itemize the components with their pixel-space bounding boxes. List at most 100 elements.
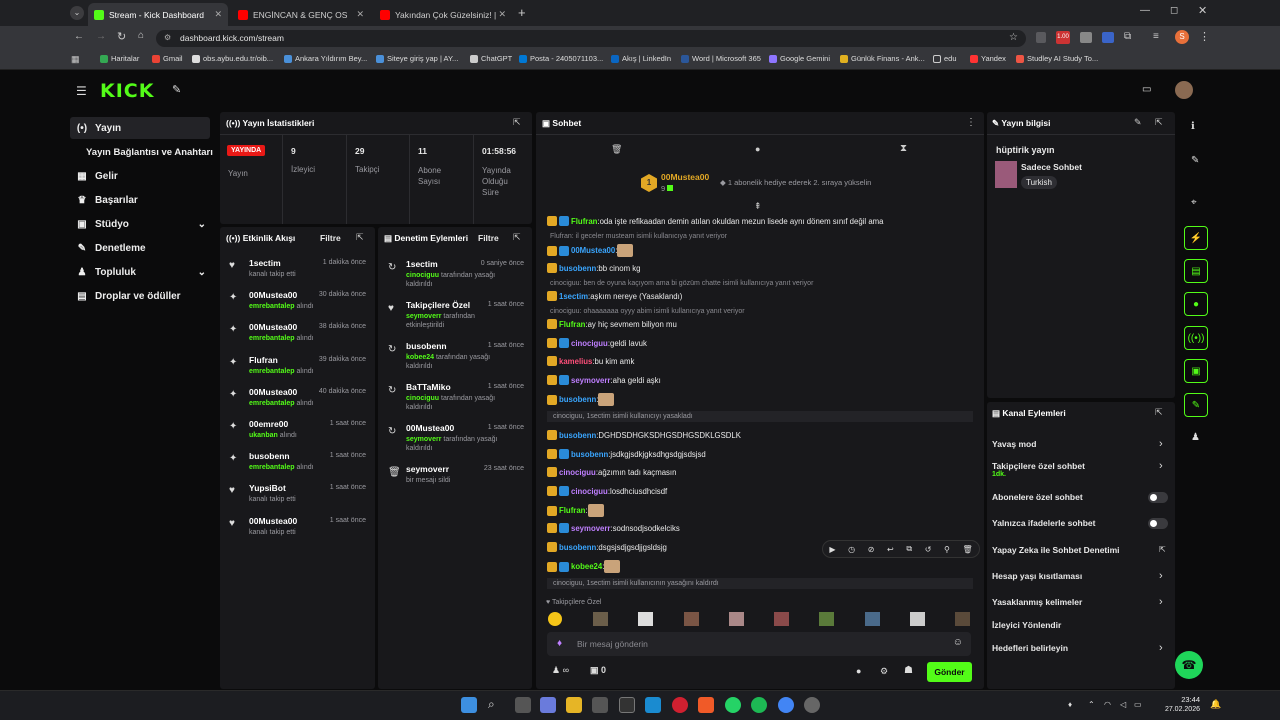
emote-icon[interactable]: [638, 612, 653, 626]
search-icon[interactable]: ⌕: [488, 697, 495, 712]
chrome-icon[interactable]: [778, 697, 794, 713]
browser-menu-icon[interactable]: ⋮: [1199, 30, 1210, 43]
mod-by-user[interactable]: cinociguu: [406, 395, 439, 402]
chat-settings-icon[interactable]: ●: [755, 144, 760, 154]
url-bar[interactable]: ⚙ dashboard.kick.com/stream ☆: [156, 30, 1026, 47]
top-gifter-name[interactable]: 00Mustea00: [661, 172, 709, 182]
chat-menu-icon[interactable]: ⋮: [966, 117, 976, 128]
tab-search-icon[interactable]: ⌄: [70, 6, 84, 20]
edit-pencil-icon[interactable]: ✎: [1134, 117, 1142, 128]
storage-icon[interactable]: ▣: [1184, 359, 1208, 383]
notes-icon[interactable]: ▤: [1184, 259, 1208, 283]
chat-username[interactable]: busobenn: [559, 264, 596, 273]
emote-icon[interactable]: [910, 612, 925, 626]
community-icon[interactable]: ♟: [1191, 432, 1200, 443]
bookmark-folder[interactable]: edu: [933, 54, 957, 63]
lightning-icon[interactable]: ⚡: [1184, 226, 1208, 250]
sidebar-item-studyo[interactable]: ▣ Stüdyo ⌄: [70, 213, 210, 235]
channel-action-label[interactable]: Yapay Zeka ile Sohbet Denetimi: [992, 545, 1120, 555]
ban-icon[interactable]: ⊘: [868, 545, 875, 554]
timeout-icon[interactable]: ◷: [848, 545, 855, 554]
user-avatar[interactable]: [1175, 81, 1193, 99]
apps-grid-icon[interactable]: ▦: [71, 54, 80, 65]
channel-action-label[interactable]: Yalnızca ifadelerle sohbet: [992, 518, 1095, 528]
popout-icon[interactable]: ⇱: [356, 232, 364, 243]
toggle-switch[interactable]: [1148, 492, 1168, 503]
activity-by-user[interactable]: emrebantalep: [249, 464, 295, 471]
channel-action-label[interactable]: Yasaklanmış kelimeler: [992, 597, 1082, 607]
sidebar-item-gelir[interactable]: ▦ Gelir: [70, 165, 210, 187]
wrench-icon[interactable]: ✎: [172, 83, 181, 96]
forward-icon[interactable]: →: [96, 31, 106, 42]
popout-icon[interactable]: ⇱: [513, 117, 521, 128]
gift-counter[interactable]: ▣ 0: [590, 665, 606, 676]
hourglass-icon[interactable]: ⧗: [900, 143, 907, 154]
extension-icon[interactable]: [1080, 32, 1092, 43]
play-icon[interactable]: ▶: [829, 545, 835, 554]
sidebar-item-topluluk[interactable]: ♟ Topluluk ⌄: [70, 261, 210, 283]
activity-username[interactable]: 00Mustea00: [249, 516, 297, 526]
window-close-icon[interactable]: ✕: [1198, 4, 1207, 17]
bookmark-item[interactable]: Ankara Yıldırım Bey...: [284, 54, 367, 63]
focus-icon[interactable]: ⌖: [1191, 197, 1197, 208]
sidebar-item-stream-key[interactable]: Yayın Bağlantısı ve Anahtarı: [70, 141, 218, 163]
popout-icon[interactable]: ⇱: [1155, 407, 1163, 418]
whatsapp-icon[interactable]: [725, 697, 741, 713]
emote-icon[interactable]: [955, 612, 970, 626]
close-icon[interactable]: ✕: [498, 9, 506, 20]
chevron-right-icon[interactable]: ›: [1159, 596, 1163, 608]
toggle-switch[interactable]: [1148, 518, 1168, 529]
mod-target[interactable]: seymoverr: [406, 464, 449, 474]
extension-icon[interactable]: 1.00: [1056, 31, 1070, 44]
windows-start-icon[interactable]: [461, 697, 477, 713]
activity-username[interactable]: 00Mustea00: [249, 290, 297, 300]
activity-by-user[interactable]: emrebantalep: [249, 400, 295, 407]
chat-username[interactable]: busobenn: [571, 450, 608, 459]
broadcast-icon[interactable]: ((•)): [1184, 326, 1208, 350]
chat-username[interactable]: kamelius: [559, 357, 592, 366]
chat-username[interactable]: busobenn: [559, 395, 596, 404]
bookmark-item[interactable]: Siteye giriş yap | AY...: [376, 54, 458, 63]
pin-icon[interactable]: ⚲: [944, 545, 950, 554]
bookmark-item[interactable]: Günlük Finans - Ank...: [840, 54, 925, 63]
emote-icon[interactable]: [593, 612, 608, 626]
emote-icon[interactable]: [865, 612, 880, 626]
info-icon[interactable]: ℹ: [1191, 121, 1195, 132]
emote-icon[interactable]: [819, 612, 834, 626]
wrench-icon[interactable]: ✎: [1184, 393, 1208, 417]
mod-by-user[interactable]: kobee24: [406, 354, 434, 361]
file-explorer-icon[interactable]: [566, 697, 582, 713]
new-tab-icon[interactable]: +: [518, 5, 526, 20]
profile-avatar[interactable]: S: [1175, 30, 1189, 44]
chat-username[interactable]: cinociguu: [571, 339, 608, 348]
chat-username[interactable]: Flufran: [559, 320, 585, 329]
hamburger-menu-icon[interactable]: ☰: [76, 84, 87, 98]
activity-by-user[interactable]: emrebantalep: [249, 303, 295, 310]
activity-username[interactable]: YupsiBot: [249, 483, 286, 493]
clock-date[interactable]: 27.02.2026: [1156, 706, 1200, 713]
notification-bell-icon[interactable]: 🔔: [1210, 699, 1221, 710]
chevron-right-icon[interactable]: ›: [1159, 460, 1163, 472]
bookmark-item[interactable]: Posta - 2405071103...: [519, 54, 603, 63]
home-icon[interactable]: ⌂: [138, 30, 144, 41]
kick-logo[interactable]: KICK: [100, 80, 154, 102]
undo-icon[interactable]: ↺: [925, 545, 932, 554]
channel-action-label[interactable]: Yavaş mod: [992, 439, 1036, 449]
chat-username[interactable]: busobenn: [559, 543, 596, 552]
chat-icon[interactable]: ●: [1184, 292, 1208, 316]
chat-username[interactable]: cinociguu: [559, 468, 596, 477]
bookmark-item[interactable]: Studley AI Study To...: [1016, 54, 1098, 63]
bookmark-item[interactable]: Akış | LinkedIn: [611, 54, 671, 63]
settings-gear-icon[interactable]: ⚙: [880, 666, 888, 677]
task-view-icon[interactable]: [515, 697, 531, 713]
edge-icon[interactable]: [645, 697, 661, 713]
back-icon[interactable]: ←: [74, 31, 84, 42]
pencil-icon[interactable]: ✎: [1191, 155, 1199, 166]
channel-action-label[interactable]: Hesap yaşı kısıtlaması: [992, 571, 1082, 581]
delete-icon[interactable]: 🗑: [963, 545, 973, 554]
mic-tray-icon[interactable]: ♦: [1068, 700, 1072, 709]
emoji-picker-icon[interactable]: ☺: [953, 637, 963, 648]
bookmark-item[interactable]: Google Gemini: [769, 54, 830, 63]
reply-icon[interactable]: ↩: [887, 545, 894, 554]
channel-action-label[interactable]: Abonelere özel sohbet: [992, 492, 1083, 502]
